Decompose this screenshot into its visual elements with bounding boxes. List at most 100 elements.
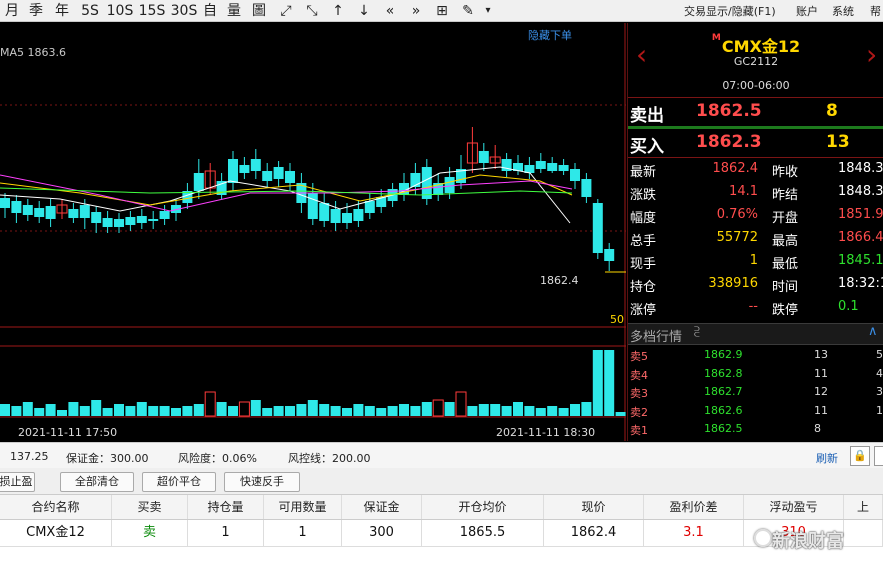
candle-body <box>581 179 592 197</box>
quote-label: 跌停 <box>772 303 799 318</box>
sell-label: 卖出 <box>630 106 664 126</box>
volume-bar <box>136 402 147 416</box>
kline-chart[interactable]: 1862.4 50 2021-11-11 17:50 2021-11-11 18:30 <box>0 23 626 441</box>
depth-volume: 11 <box>814 403 828 417</box>
lock-icon[interactable]: 🔒 <box>850 446 870 466</box>
period-month-button[interactable]: 月 <box>2 1 22 21</box>
period-year-button[interactable]: 年 <box>52 1 72 21</box>
col-margin-header[interactable]: 保证金 <box>342 495 422 519</box>
hide-order-link[interactable]: 隐藏下单 <box>528 27 572 43</box>
col-floating-pnl-header[interactable]: 浮动盈亏 <box>744 495 844 519</box>
depth-row[interactable]: 卖5 1862.9 13 5 <box>628 348 883 366</box>
volume-bar <box>330 406 341 416</box>
period-5s-button[interactable]: 5S <box>78 1 102 21</box>
depth-header[interactable]: 多档行情 ⫔ ∧ <box>628 323 883 345</box>
sell-price[interactable]: 1862.5 <box>696 101 762 121</box>
col-extra-header[interactable]: 上 <box>844 495 883 519</box>
col-current-price-header[interactable]: 现价 <box>544 495 644 519</box>
cell-margin: 300 <box>342 520 422 546</box>
chevron-down-icon[interactable]: ▾ <box>482 1 494 21</box>
volume-bar <box>34 408 45 416</box>
candle-body <box>535 161 546 169</box>
double-right-icon[interactable]: » <box>406 1 426 21</box>
depth-row[interactable]: 卖4 1862.8 11 4 <box>628 367 883 385</box>
depth-row[interactable]: 卖2 1862.6 11 1 <box>628 404 883 422</box>
over-price-close-button[interactable]: 超价平仓 <box>142 472 216 492</box>
depth-row[interactable]: 卖3 1862.7 12 3 <box>628 385 883 403</box>
layout-grid-icon[interactable]: ⊞ <box>432 1 452 21</box>
quote-value: -- <box>748 299 758 314</box>
quote-label: 最低 <box>772 257 799 272</box>
quote-label: 总手 <box>630 234 657 249</box>
col-open-price-header[interactable]: 开仓均价 <box>422 495 544 519</box>
indicator-button[interactable]: 圖 <box>248 1 270 21</box>
risk-value: 风险度：0.06% <box>178 452 257 465</box>
quote-label: 最高 <box>772 234 799 249</box>
close-all-button[interactable]: 全部清仓 <box>60 472 134 492</box>
volume-button[interactable]: 量 <box>224 1 244 21</box>
volume-bar <box>501 406 512 416</box>
col-price-diff-header[interactable]: 盈利价差 <box>644 495 744 519</box>
cell-current-price: 1862.4 <box>544 520 644 546</box>
menu-help[interactable]: 帮 <box>870 3 881 19</box>
stop-loss-tab[interactable]: 损止盈 <box>0 472 35 492</box>
volume-bar <box>490 404 501 416</box>
arrow-up-icon[interactable]: ↑ <box>328 1 348 21</box>
zoom-in-icon[interactable]: ⤡ <box>302 1 322 21</box>
quote-label: 最新 <box>630 165 657 180</box>
refresh-button[interactable]: 刷新 <box>816 450 838 466</box>
chevron-up-icon[interactable]: ∧ <box>868 324 878 339</box>
pen-icon[interactable]: ✎ <box>458 1 478 21</box>
volume-bar <box>410 406 421 416</box>
quote-label: 现手 <box>630 257 657 272</box>
period-30s-button[interactable]: 30S <box>170 1 198 21</box>
col-available-header[interactable]: 可用数量 <box>264 495 342 519</box>
panel-button[interactable] <box>874 446 883 466</box>
period-quarter-button[interactable]: 季 <box>26 1 46 21</box>
buy-price[interactable]: 1862.3 <box>696 132 762 152</box>
period-10s-button[interactable]: 10S <box>106 1 134 21</box>
volume-bar <box>296 404 307 416</box>
volume-bar <box>285 406 295 416</box>
period-15s-button[interactable]: 15S <box>138 1 166 21</box>
menu-account[interactable]: 账户 <box>796 3 818 19</box>
volume-bar <box>467 406 478 416</box>
custom-period-button[interactable]: 自 <box>200 1 220 21</box>
volume-bar <box>68 402 79 416</box>
volume-bar <box>421 402 432 416</box>
volume-bar <box>171 408 181 416</box>
quote-label: 昨收 <box>772 165 799 180</box>
volume-bar <box>193 404 204 416</box>
volume-bar <box>159 406 170 416</box>
candle-body <box>478 151 489 163</box>
double-left-icon[interactable]: « <box>380 1 400 21</box>
candle-body <box>22 205 33 215</box>
col-position-header[interactable]: 持仓量 <box>188 495 264 519</box>
quote-panel: ‹ › MCMX金12 GC2112 07:00-06:00 卖出 1862.5… <box>627 23 883 441</box>
arrow-down-icon[interactable]: ↓ <box>354 1 374 21</box>
col-contract-header[interactable]: 合约名称 <box>0 495 112 519</box>
margin-value: 保证金：300.00 <box>66 452 149 465</box>
candle-body <box>68 209 79 218</box>
double-chevron-down-icon[interactable]: ⫔ <box>694 325 700 340</box>
time-start-label: 2021-11-11 17:50 <box>18 426 117 439</box>
quick-reverse-button[interactable]: 快速反手 <box>224 472 300 492</box>
volume-bar <box>57 410 67 416</box>
menu-trade-toggle[interactable]: 交易显示/隐藏(F1) <box>684 3 776 19</box>
zoom-out-icon[interactable]: ⤢ <box>276 1 296 21</box>
volume-bar <box>581 402 592 416</box>
depth-row[interactable]: 卖1 1862.5 8 <box>628 422 883 440</box>
col-side-header[interactable]: 买卖 <box>112 495 188 519</box>
volume-bar <box>262 408 273 416</box>
volume-bar <box>364 406 375 416</box>
volume-bar <box>91 400 102 416</box>
candle-body <box>444 177 455 193</box>
table-row[interactable]: CMX金12 卖 1 1 300 1865.5 1862.4 3.1 310 <box>0 520 883 547</box>
menu-system[interactable]: 系统 <box>832 3 854 19</box>
account-info-bar: 137.25 保证金：300.00 风险度：0.06% 风控线：200.00 刷… <box>0 442 883 469</box>
volume-bar <box>547 406 558 416</box>
volume-bar <box>182 406 193 416</box>
cell-position: 1 <box>188 520 264 546</box>
depth-price: 1862.8 <box>704 366 743 380</box>
volume-bar <box>478 404 489 416</box>
